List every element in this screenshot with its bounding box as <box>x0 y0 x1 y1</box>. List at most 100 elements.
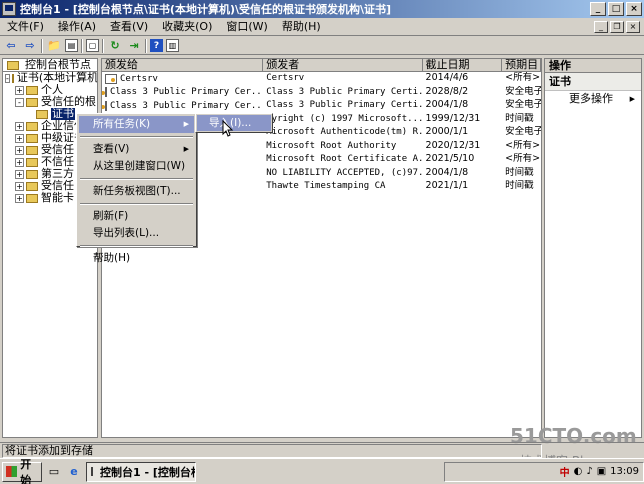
all-tasks-submenu: 导入(I)... <box>195 113 273 133</box>
context-menu-item[interactable]: 导出列表(L)... <box>79 225 194 242</box>
cell-purposes: <所有> <box>505 72 541 83</box>
volume-icon[interactable]: ♪ <box>586 466 592 477</box>
folder-icon <box>26 97 38 107</box>
cell-issued-by: Certsrv <box>266 73 305 83</box>
context-menu-item[interactable]: 新任务板视图(T)... <box>79 183 194 200</box>
folder-icon <box>36 109 48 119</box>
expand-icon[interactable]: + <box>15 133 24 143</box>
folder-icon <box>26 181 38 191</box>
column-expiration[interactable]: 截止日期 <box>423 59 503 71</box>
folder-icon <box>26 133 38 143</box>
minimize-button[interactable]: _ <box>590 2 606 16</box>
menu-help[interactable]: 帮助(H) <box>275 19 328 35</box>
expand-icon[interactable]: + <box>15 145 24 155</box>
cell-purposes: 时间戳 <box>505 166 534 178</box>
certificate-icon <box>102 100 107 111</box>
cell-issued-by: NO LIABILITY ACCEPTED, (c)97... <box>266 167 423 178</box>
menu-favorites[interactable]: 收藏夹(O) <box>155 19 219 35</box>
ime-indicator[interactable]: 中 <box>560 464 570 479</box>
expand-icon[interactable]: + <box>15 121 24 131</box>
cell-issued-by: Microsoft Root Certificate A... <box>266 154 423 164</box>
cell-issued-by: Microsoft Authenticode(tm) R... <box>266 127 423 137</box>
forward-icon[interactable]: ⇨ <box>22 38 38 54</box>
maximize-button[interactable]: □ <box>608 2 624 16</box>
collapse-icon[interactable]: - <box>15 97 24 107</box>
column-purposes[interactable]: 预期目 <box>502 59 541 71</box>
close-button[interactable]: × <box>626 2 642 16</box>
mdi-minimize-button[interactable]: _ <box>594 20 608 33</box>
folder-icon <box>26 157 38 167</box>
expand-icon[interactable]: + <box>15 181 24 191</box>
column-issued-to[interactable]: 颁发给 <box>102 59 264 71</box>
import-menu-item[interactable]: 导入(I)... <box>197 115 271 131</box>
more-actions-item[interactable]: 更多操作 <box>545 91 641 107</box>
cell-text: Class 3 Public Primary Cer... <box>110 87 264 98</box>
mdi-close-button[interactable]: × <box>626 20 640 33</box>
expand-icon[interactable]: + <box>15 193 24 203</box>
status-text: 将证书添加到存储 <box>2 443 542 458</box>
mouse-cursor-icon <box>222 120 234 137</box>
start-button[interactable]: 开始 <box>2 458 42 484</box>
cell-text: Certsrv <box>120 73 158 84</box>
expand-icon[interactable]: + <box>15 85 24 95</box>
menu-separator <box>80 136 193 138</box>
cell-issued-to: Certsrv <box>102 72 263 86</box>
context-menu-item[interactable]: 查看(V) <box>79 141 194 158</box>
table-row[interactable]: Certsrv Certsrv 2014/4/6 <所有> <box>102 72 541 86</box>
show-action-pane-icon[interactable]: ▥ <box>166 39 179 52</box>
status-bar: 将证书添加到存储 <box>0 442 644 458</box>
cell-expiration: 2004/1/8 <box>425 166 469 178</box>
show-tree-icon[interactable]: ▤ <box>65 39 78 52</box>
cell-issued-to: Class 3 Public Primary Cer... <box>102 99 263 113</box>
context-menu-item[interactable]: 所有任务(K) <box>79 116 194 133</box>
cell-issued-by: Thawte Timestamping CA <box>266 181 386 191</box>
cell-purposes: 时间戳 <box>505 180 534 191</box>
certificate-icon <box>105 73 117 84</box>
expand-icon[interactable]: + <box>15 157 24 167</box>
toolbar-separator <box>102 38 104 53</box>
cell-expiration: 2021/5/10 <box>425 153 475 164</box>
cell-expiration: 2014/4/6 <box>425 72 469 83</box>
refresh-icon[interactable]: ↻ <box>107 38 123 54</box>
collapse-icon[interactable]: - <box>5 73 10 83</box>
taskbar: 开始 ▭ e 控制台1 - [控制台根... 中 ◐ ♪ ▣ 13:09 <box>0 458 644 484</box>
taskbar-console-button[interactable]: 控制台1 - [控制台根... <box>86 461 196 482</box>
cell-expiration: 2000/1/1 <box>425 126 469 137</box>
context-menu-item[interactable]: 从这里创建窗口(W) <box>79 158 194 175</box>
export-list-icon[interactable]: ⇥ <box>126 38 142 54</box>
menu-window[interactable]: 窗口(W) <box>219 19 274 35</box>
up-folder-icon[interactable]: 📁 <box>46 38 62 54</box>
cell-purposes: 安全电子 <box>505 85 541 97</box>
folder-icon <box>7 60 19 70</box>
network-icon[interactable]: ▣ <box>597 466 606 477</box>
menu-view[interactable]: 查看(V) <box>103 19 155 35</box>
cell-text: Class 3 Public Primary Cer... <box>110 100 264 111</box>
system-tray: 中 ◐ ♪ ▣ 13:09 <box>444 461 644 482</box>
cell-issued-by: Microsoft Root Authority <box>266 140 397 151</box>
menu-bar: 文件(F) 操作(A) 查看(V) 收藏夹(O) 窗口(W) 帮助(H) _ ❐… <box>0 18 644 36</box>
table-row[interactable]: Class 3 Public Primary Cer... Class 3 Pub… <box>102 86 541 100</box>
back-icon[interactable]: ⇦ <box>3 38 19 54</box>
tree-item[interactable]: - 受信任的根 <box>3 96 97 108</box>
cell-issued-by: Class 3 Public Primary Certi... <box>266 100 423 110</box>
show-desktop-icon[interactable]: ▭ <box>46 464 62 480</box>
context-menu-item[interactable]: 刷新(F) <box>79 208 194 225</box>
menu-action[interactable]: 操作(A) <box>51 19 103 35</box>
menu-separator <box>80 203 193 205</box>
mmc-task-icon <box>91 467 93 476</box>
expand-icon[interactable]: + <box>15 169 24 179</box>
table-row[interactable]: Class 3 Public Primary Cer... Class 3 Pub… <box>102 99 541 113</box>
menu-file[interactable]: 文件(F) <box>0 19 51 35</box>
mdi-restore-button[interactable]: ❐ <box>610 20 624 33</box>
delete-icon[interactable]: ▢ <box>86 39 99 52</box>
tray-icon[interactable]: ◐ <box>574 466 583 477</box>
context-menu-item[interactable]: 帮助(H) <box>79 250 194 267</box>
cell-expiration: 2028/8/2 <box>425 85 469 97</box>
help-icon[interactable]: ? <box>150 39 163 52</box>
cell-purposes: <所有> <box>505 139 541 151</box>
column-issued-by[interactable]: 颁发者 <box>263 59 423 71</box>
actions-section-certificates[interactable]: 证书 <box>545 73 641 91</box>
toolbar-separator <box>145 38 147 53</box>
internet-explorer-icon[interactable]: e <box>66 464 82 480</box>
cell-expiration: 2021/1/1 <box>425 180 469 191</box>
